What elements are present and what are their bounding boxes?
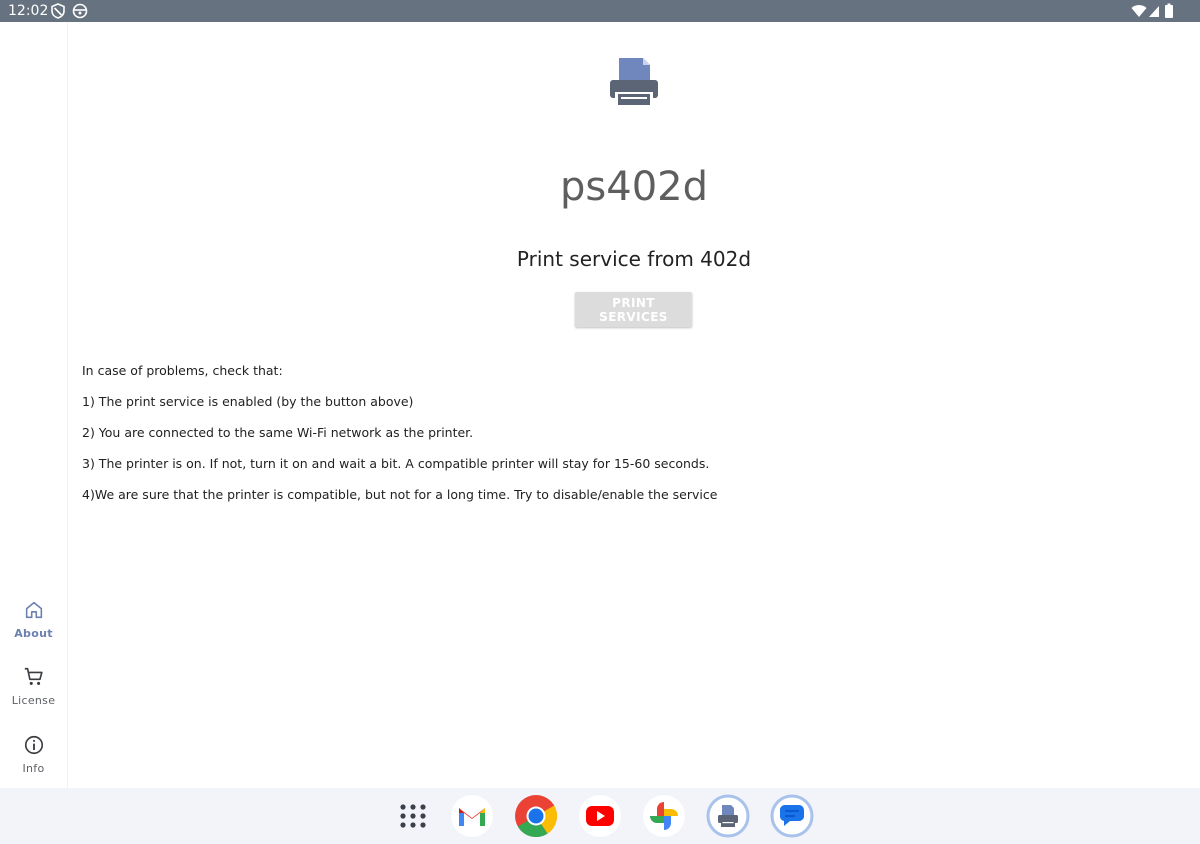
nav-item-info[interactable]: Info — [0, 734, 67, 790]
clock: 12:02 — [8, 3, 49, 19]
nav-label-info: Info — [22, 762, 45, 775]
page-title: ps402d — [560, 164, 708, 210]
face-icon — [72, 3, 88, 24]
messages-icon[interactable] — [770, 794, 814, 838]
cart-icon — [0, 666, 67, 688]
tip-item: 3) The printer is on. If not, turn it on… — [82, 456, 710, 471]
battery-icon — [1164, 3, 1174, 24]
status-bar: 12:02 — [0, 0, 1200, 22]
tip-item: 4)We are sure that the printer is compat… — [82, 487, 718, 502]
gmail-icon[interactable] — [450, 794, 494, 838]
tip-item: 2) You are connected to the same Wi-Fi n… — [82, 425, 474, 440]
nav-label-license: License — [11, 694, 56, 707]
signal-icon — [1148, 3, 1160, 24]
nav-item-about[interactable]: About — [0, 599, 67, 655]
printer-icon — [608, 56, 660, 113]
troubleshooting-list: In case of problems, check that: 1) The … — [82, 363, 1182, 518]
nav-label-about: About — [14, 627, 53, 640]
shield-icon — [50, 3, 66, 24]
nav-item-license[interactable]: License — [0, 666, 67, 722]
youtube-icon[interactable] — [578, 794, 622, 838]
print-app-icon[interactable] — [706, 794, 750, 838]
chrome-icon[interactable] — [514, 794, 558, 838]
wifi-icon — [1131, 3, 1147, 24]
taskbar — [0, 788, 1200, 844]
photos-icon[interactable] — [642, 794, 686, 838]
info-icon — [0, 734, 67, 756]
navigation-rail: About License Info — [0, 22, 68, 788]
main-content: ps402d Print service from 402d PRINT SER… — [68, 22, 1200, 788]
app-drawer-icon[interactable] — [391, 794, 435, 838]
home-icon — [0, 599, 67, 621]
tips-intro: In case of problems, check that: — [82, 363, 283, 378]
tip-item: 1) The print service is enabled (by the … — [82, 394, 414, 409]
page-subtitle: Print service from 402d — [516, 247, 752, 271]
print-services-button[interactable]: PRINT SERVICES — [575, 292, 692, 327]
